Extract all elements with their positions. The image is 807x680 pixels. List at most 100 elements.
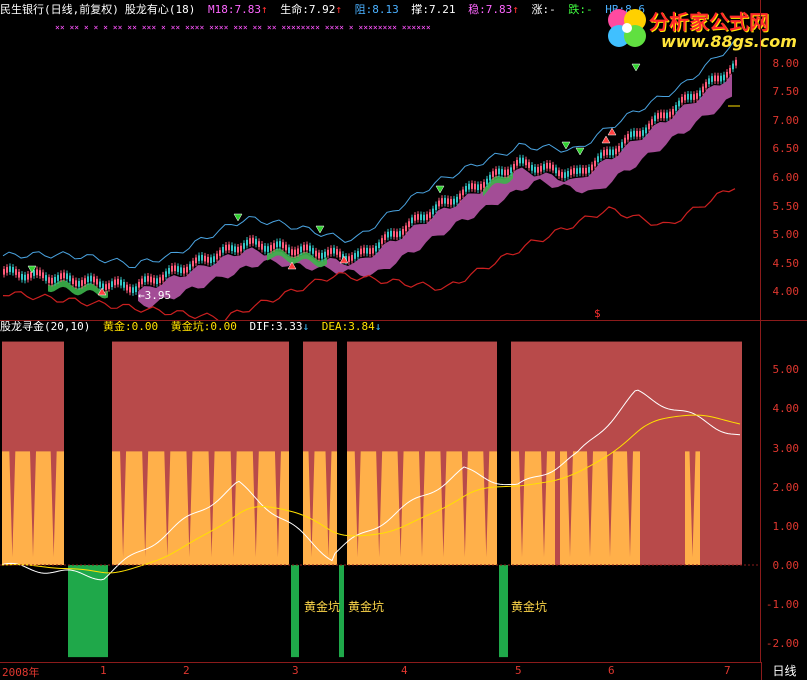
indicator-panel[interactable]: 股龙寻金(20,10) 黄金:0.00 黄金坑:0.00 DIF:3.33↓ D… xyxy=(0,320,760,662)
candle-body xyxy=(696,93,698,99)
candle-body xyxy=(684,94,686,101)
candle-body xyxy=(18,271,20,278)
candle-body xyxy=(378,242,380,249)
candle-body xyxy=(564,172,566,178)
candle-body xyxy=(486,178,488,185)
candle-body xyxy=(600,152,602,159)
candle-body xyxy=(120,279,122,286)
candle-body xyxy=(480,184,482,190)
candle-body xyxy=(171,265,173,272)
candle-body xyxy=(483,182,485,188)
candle-body xyxy=(15,269,17,275)
candle-body xyxy=(318,252,320,259)
candle-body xyxy=(291,249,293,255)
candle-body xyxy=(465,185,467,192)
period-button[interactable]: 日线 xyxy=(761,662,807,680)
candle-body xyxy=(279,241,281,247)
candle-body xyxy=(129,286,131,293)
candle-body xyxy=(96,278,98,285)
candle-body xyxy=(114,279,116,286)
candle-body xyxy=(672,108,674,115)
candle-body xyxy=(309,245,311,252)
candle-body xyxy=(639,131,641,137)
candle-body xyxy=(576,168,578,174)
candle-body xyxy=(654,115,656,122)
candle-body xyxy=(276,241,278,248)
candle-body xyxy=(636,130,638,137)
indicator-tick: 0.00 xyxy=(772,559,800,572)
buy-arrow xyxy=(315,225,325,234)
candle-body xyxy=(573,168,575,174)
candle-body xyxy=(714,75,716,82)
candle-body xyxy=(327,249,329,256)
time-tick: 3 xyxy=(292,664,299,677)
candle-body xyxy=(321,252,323,259)
candle-body xyxy=(441,198,443,204)
price-tick: 4.00 xyxy=(772,285,800,298)
candle-body xyxy=(312,248,314,254)
gold-pit-label-3: 黄金坑 xyxy=(511,600,548,614)
candle-body xyxy=(417,214,419,220)
candle-body xyxy=(642,130,644,136)
time-tick: 2008年 xyxy=(2,666,40,679)
time-tick: 1 xyxy=(100,664,107,677)
candle-body xyxy=(633,130,635,137)
candle-body xyxy=(231,245,233,251)
orange-block xyxy=(303,451,337,565)
candle-body xyxy=(330,248,332,254)
indicator-tick: 1.00 xyxy=(772,520,800,533)
panel-divider xyxy=(0,320,807,321)
candle-body xyxy=(615,148,617,155)
candle-body xyxy=(621,142,623,148)
indicator-axis: 5.00 4.00 3.00 2.00 1.00 0.00 -1.00 -2.0… xyxy=(762,320,807,662)
candle-body xyxy=(459,193,461,200)
candle-body xyxy=(261,243,263,250)
price-tick: 4.50 xyxy=(772,257,800,270)
candle-body xyxy=(372,247,374,254)
candle-body xyxy=(204,255,206,262)
candle-body xyxy=(306,244,308,251)
buy-arrow xyxy=(631,63,641,72)
candle-body xyxy=(12,267,14,273)
candle-body xyxy=(132,287,134,294)
candle-body xyxy=(87,276,89,283)
candle-body xyxy=(9,266,11,272)
candle-body xyxy=(264,245,266,252)
low-price-marker: ←3.95 xyxy=(138,289,171,302)
candle-body xyxy=(474,183,476,190)
candle-body xyxy=(174,265,176,272)
candle-body xyxy=(234,246,236,253)
candle-body xyxy=(720,75,722,82)
candle-body xyxy=(543,164,545,170)
indicator-tick: 4.00 xyxy=(772,402,800,415)
candle-body xyxy=(711,76,713,82)
candle-body xyxy=(732,63,734,70)
candle-body xyxy=(387,231,389,238)
candle-body xyxy=(381,238,383,244)
candle-body xyxy=(618,146,620,152)
candle-body xyxy=(495,169,497,175)
indicator-tick: 5.00 xyxy=(772,363,800,376)
candle-body xyxy=(540,165,542,172)
candle-body xyxy=(558,170,560,177)
candle-body xyxy=(675,105,677,111)
candle-body xyxy=(141,278,143,285)
candle-body xyxy=(192,260,194,267)
candle-body xyxy=(456,196,458,203)
candle-body xyxy=(513,163,515,170)
candle-body xyxy=(369,248,371,254)
candle-body xyxy=(687,93,689,100)
candle-body xyxy=(489,174,491,181)
candle-body xyxy=(375,245,377,252)
candle-body xyxy=(705,82,707,88)
time-tick: 2 xyxy=(183,664,190,677)
candle-body xyxy=(447,198,449,205)
candle-body xyxy=(153,277,155,284)
candle-body xyxy=(606,149,608,155)
indicator-tick: -1.00 xyxy=(765,598,799,611)
indicator-tick: -2.00 xyxy=(765,637,799,650)
candle-body xyxy=(273,243,275,249)
candle-body xyxy=(717,75,719,82)
candle-body xyxy=(267,246,269,252)
candle-body xyxy=(453,198,455,205)
